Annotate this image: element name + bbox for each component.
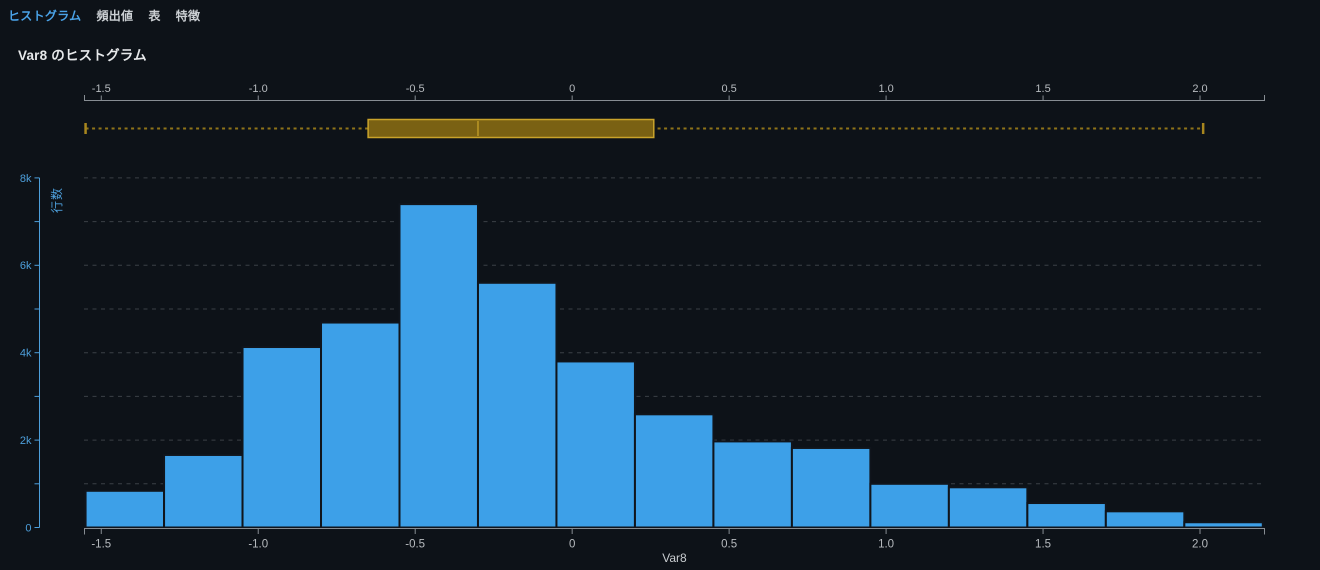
x-axis: -1.5 -1.0 -0.5 0 0.5 1.0 1.5 2.0 Var8	[84, 529, 1265, 566]
y-axis-tick-label: 2k	[20, 435, 32, 447]
tab-table[interactable]: 表	[148, 7, 160, 24]
histogram-bar[interactable]	[1184, 522, 1262, 527]
box-plot	[86, 120, 1204, 138]
tab-bar: ヒストグラム 頻出値 表 特徴	[8, 7, 200, 24]
histogram-bar[interactable]	[870, 484, 948, 528]
var8-histogram-chart: -1.5 -1.0 -0.5 0 0.5 1.0 1.5 2.0 0 2k 4k 6k 8k 行数 -1.5…	[0, 0, 1320, 570]
y-axis-tick-label: 4k	[20, 348, 32, 360]
top-axis-tick-label: 0.5	[721, 83, 736, 95]
chart-title: Var8 のヒストグラム	[18, 44, 147, 64]
histogram-bar[interactable]	[635, 414, 713, 527]
tab-histogram[interactable]: ヒストグラム	[8, 7, 81, 24]
x-axis-tick-label: 0	[569, 539, 575, 551]
y-axis-tick-label: 6k	[20, 260, 32, 272]
x-axis-tick-label: -1.5	[91, 539, 111, 551]
x-axis-tick-label: 1.0	[878, 539, 894, 551]
y-axis: 0 2k 4k 6k 8k 行数	[20, 173, 64, 535]
histogram-bar[interactable]	[949, 487, 1027, 527]
histogram-bar[interactable]	[1027, 503, 1105, 527]
histogram-bar[interactable]	[321, 323, 399, 528]
x-axis-tick-label: -0.5	[405, 539, 425, 551]
box-iqr	[368, 120, 654, 138]
y-axis-title: 行数	[49, 187, 64, 213]
histogram-bar[interactable]	[86, 491, 164, 528]
histogram-bar[interactable]	[713, 441, 791, 527]
top-axis-tick-label: 0	[569, 83, 575, 95]
histogram-bar[interactable]	[556, 361, 634, 527]
top-axis-tick-label: 1.0	[878, 83, 893, 95]
histogram-bar[interactable]	[164, 455, 242, 528]
histogram-bar[interactable]	[399, 204, 477, 527]
histogram-bar[interactable]	[792, 448, 870, 528]
x-axis-tick-label: 1.5	[1035, 539, 1051, 551]
top-axis-tick-label: -1.0	[249, 83, 268, 95]
top-axis-tick-label: 1.5	[1035, 83, 1050, 95]
y-axis-tick-label: 8k	[20, 173, 32, 185]
top-axis-tick-label: -1.5	[92, 83, 111, 95]
x-axis-tick-label: -1.0	[248, 539, 268, 551]
tab-frequent-values[interactable]: 頻出値	[96, 7, 133, 24]
histogram-bar[interactable]	[243, 347, 321, 527]
x-axis-title: Var8	[662, 551, 687, 565]
x-axis-tick-label: 2.0	[1192, 539, 1208, 551]
top-axis-tick-label: 2.0	[1192, 83, 1207, 95]
x-axis-tick-label: 0.5	[721, 539, 737, 551]
y-axis-tick-label: 0	[25, 522, 31, 534]
histogram-bar[interactable]	[478, 283, 556, 528]
histogram-bars	[86, 204, 1263, 527]
tab-features[interactable]: 特徴	[176, 7, 201, 24]
top-axis: -1.5 -1.0 -0.5 0 0.5 1.0 1.5 2.0	[84, 83, 1265, 101]
histogram-bar[interactable]	[1106, 511, 1184, 527]
top-axis-tick-label: -0.5	[406, 83, 425, 95]
